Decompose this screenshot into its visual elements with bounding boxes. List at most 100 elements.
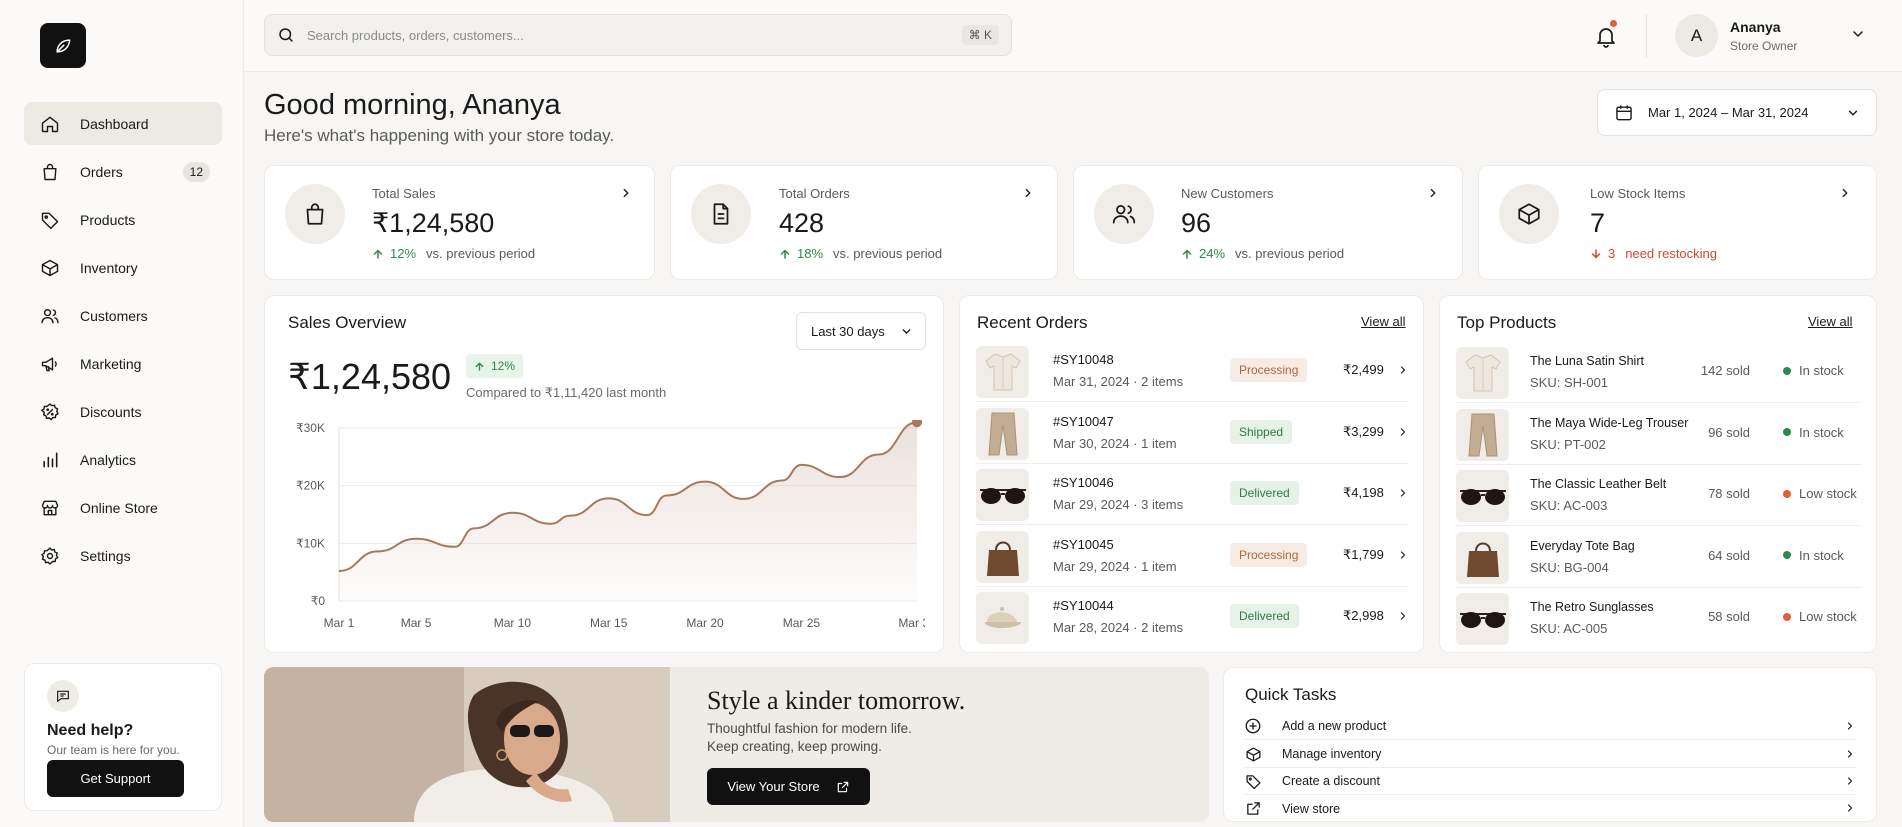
top-products-view-all-link[interactable]: View all bbox=[1808, 314, 1853, 329]
chevron-down-icon bbox=[902, 329, 911, 334]
arrow-up-icon bbox=[1182, 249, 1192, 259]
product-name: The Classic Leather Belt bbox=[1530, 477, 1667, 491]
kpi-card-total-orders[interactable]: Total Orders 428 18% vs. previous period bbox=[670, 165, 1058, 280]
sidebar-item-label: Settings bbox=[80, 547, 131, 564]
get-support-button[interactable]: Get Support bbox=[47, 760, 184, 797]
kpi-card-total-sales[interactable]: Total Sales ₹1,24,580 12% vs. previous p… bbox=[264, 165, 655, 280]
order-date-text: Mar 28, 2024 bbox=[1053, 620, 1130, 635]
table-row[interactable]: #SY10044 Mar 28, 2024 · 2 items Delivered ₹… bbox=[976, 588, 1409, 648]
x-tick-label: Mar 5 bbox=[401, 616, 432, 630]
sidebar-item-label: Online Store bbox=[80, 499, 158, 516]
list-item[interactable]: The Maya Wide-Leg Trouser SKU: PT-002 96 s… bbox=[1456, 405, 1862, 465]
product-sold: 142 sold bbox=[1700, 363, 1750, 378]
recent-orders-panel: Recent Orders View all #SY10048 Mar 31, 2… bbox=[959, 295, 1424, 653]
sunglasses-icon bbox=[1456, 470, 1509, 522]
box-icon bbox=[1244, 745, 1262, 763]
chevron-down-icon bbox=[1848, 110, 1858, 115]
sales-change-pct: 12% bbox=[491, 359, 516, 373]
sidebar-item-customers[interactable]: Customers bbox=[24, 294, 222, 337]
quick-task-view-store[interactable]: View store bbox=[1244, 795, 1856, 822]
sidebar-item-dashboard[interactable]: Dashboard bbox=[24, 102, 222, 145]
help-subtitle: Our team is here for you. bbox=[47, 743, 180, 757]
store-icon bbox=[40, 498, 60, 518]
quick-task-create-discount[interactable]: Create a discount bbox=[1244, 768, 1856, 795]
user-role: Store Owner bbox=[1730, 39, 1798, 53]
order-items: 3 items bbox=[1141, 497, 1184, 512]
order-date-text: Mar 30, 2024 bbox=[1053, 435, 1130, 451]
table-row[interactable]: #SY10046 Mar 29, 2024 · 3 items Delivered ₹… bbox=[976, 465, 1409, 525]
status-badge: Processing bbox=[1230, 542, 1308, 567]
product-name: The Luna Satin Shirt bbox=[1530, 354, 1644, 368]
sidebar-item-online-store[interactable]: Online Store bbox=[24, 486, 222, 529]
kpi-label: Total Sales bbox=[372, 186, 436, 201]
tote-bag-icon bbox=[1456, 531, 1509, 584]
quick-tasks-panel: Quick Tasks Add a new product Manage inv… bbox=[1223, 667, 1877, 822]
arrow-up-icon bbox=[780, 249, 790, 259]
order-date-text: Mar 31, 2024 bbox=[1053, 374, 1130, 389]
table-row[interactable]: #SY10047 Mar 30, 2024 · 1 item Shipped ₹3,2… bbox=[976, 404, 1409, 464]
calendar-icon bbox=[1616, 105, 1632, 120]
sales-overview-title: Sales Overview bbox=[288, 313, 407, 332]
order-id: #SY10046 bbox=[1053, 475, 1114, 490]
list-item[interactable]: The Retro Sunglasses SKU: AC-005 58 sold Lo… bbox=[1456, 589, 1862, 649]
order-amount: ₹4,198 bbox=[1343, 485, 1384, 500]
top-products-title: Top Products bbox=[1457, 313, 1557, 332]
sidebar-item-inventory[interactable]: Inventory bbox=[24, 246, 222, 289]
avatar[interactable]: A bbox=[1675, 14, 1718, 57]
trouser-icon bbox=[1456, 408, 1509, 461]
sidebar-item-products[interactable]: Products bbox=[24, 198, 222, 241]
notifications-button[interactable] bbox=[1592, 20, 1620, 50]
shirt-icon bbox=[1456, 347, 1509, 399]
list-item[interactable]: The Luna Satin Shirt SKU: SH-001 142 sold I… bbox=[1456, 343, 1862, 403]
stock-status-text: In stock bbox=[1799, 363, 1844, 378]
users-icon bbox=[1094, 184, 1154, 244]
quick-tasks-title: Quick Tasks bbox=[1245, 685, 1337, 704]
sidebar-item-label: Analytics bbox=[80, 451, 137, 468]
list-item[interactable]: The Classic Leather Belt SKU: AC-003 78 so… bbox=[1456, 466, 1862, 526]
order-amount: ₹2,499 bbox=[1343, 362, 1384, 377]
table-row[interactable]: #SY10048 Mar 31, 2024 · 2 items Processing… bbox=[976, 342, 1409, 402]
user-name[interactable]: Ananya bbox=[1730, 19, 1781, 35]
help-card: Need help? Our team is here for you. Get… bbox=[24, 663, 222, 811]
sales-overview-panel: Sales Overview Last 30 days ₹1,24,580 12… bbox=[264, 295, 944, 653]
table-row[interactable]: #SY10045 Mar 29, 2024 · 1 item Processing ₹… bbox=[976, 527, 1409, 587]
sunglasses-icon bbox=[976, 469, 1029, 521]
order-amount: ₹1,799 bbox=[1343, 546, 1384, 562]
sales-change-badge: 12% bbox=[466, 354, 524, 378]
discount-icon bbox=[40, 402, 60, 422]
notification-dot bbox=[1610, 20, 1617, 27]
chevron-right-icon bbox=[1847, 722, 1853, 730]
view-your-store-button[interactable]: View Your Store bbox=[707, 768, 870, 805]
date-range-picker[interactable]: Mar 1, 2024 – Mar 31, 2024 bbox=[1597, 89, 1877, 136]
search-input[interactable] bbox=[307, 27, 947, 43]
kpi-card-new-customers[interactable]: New Customers 96 24% vs. previous period bbox=[1073, 165, 1463, 280]
sidebar-item-orders[interactable]: Orders 12 bbox=[24, 150, 222, 193]
sidebar-item-marketing[interactable]: Marketing bbox=[24, 342, 222, 385]
sidebar-item-settings[interactable]: Settings bbox=[24, 534, 222, 577]
sidebar-nav: Dashboard Orders 12 Products Inventory C… bbox=[24, 102, 222, 582]
chevron-down-icon[interactable] bbox=[1850, 26, 1866, 42]
quick-task-add-product[interactable]: Add a new product bbox=[1244, 713, 1856, 740]
arrow-down-icon bbox=[1591, 248, 1601, 258]
bag-icon bbox=[40, 162, 60, 182]
order-id: #SY10044 bbox=[1053, 598, 1114, 613]
order-amount: ₹3,299 bbox=[1343, 423, 1384, 439]
list-item[interactable]: Everyday Tote Bag SKU: BG-004 64 sold In st… bbox=[1456, 528, 1862, 588]
sidebar-item-analytics[interactable]: Analytics bbox=[24, 438, 222, 481]
bell-icon bbox=[1597, 28, 1615, 48]
sidebar-item-discounts[interactable]: Discounts bbox=[24, 390, 222, 433]
recent-orders-view-all-link[interactable]: View all bbox=[1361, 314, 1406, 329]
kpi-delta-note: vs. previous period bbox=[833, 246, 943, 261]
kpi-value: 428 bbox=[779, 208, 825, 238]
search-bar[interactable]: ⌘ K bbox=[264, 14, 1012, 56]
kpi-card-low-stock[interactable]: Low Stock Items 7 3 need restocking bbox=[1478, 165, 1877, 280]
brand-logo[interactable] bbox=[40, 23, 86, 68]
sidebar-item-label: Dashboard bbox=[80, 115, 149, 132]
arrow-up-icon bbox=[475, 362, 484, 371]
banner-title: Style a kinder tomorrow. bbox=[707, 686, 966, 715]
sidebar-item-label: Products bbox=[80, 211, 136, 228]
banner-model-image bbox=[264, 667, 670, 822]
chevron-right-icon bbox=[1847, 750, 1853, 758]
range-select[interactable]: Last 30 days bbox=[796, 312, 926, 350]
quick-task-manage-inventory[interactable]: Manage inventory bbox=[1244, 741, 1856, 768]
